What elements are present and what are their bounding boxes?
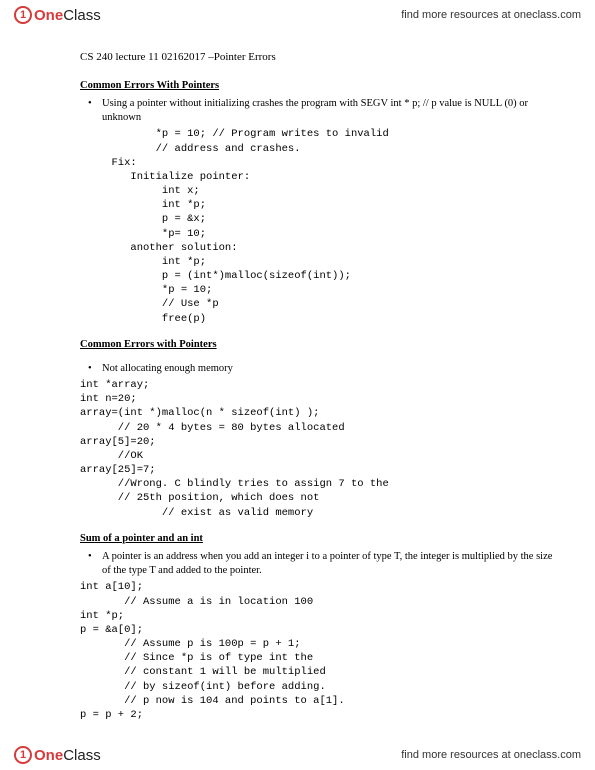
footer-tagline: find more resources at oneclass.com (401, 749, 581, 761)
brand-text: OneClass (34, 7, 101, 24)
page-footer: 1 OneClass find more resources at onecla… (0, 740, 595, 770)
footer-brand-icon: 1 (14, 746, 32, 764)
code-block-3: int a[10]; // Assume a is in location 10… (80, 580, 555, 722)
header-tagline: find more resources at oneclass.com (401, 9, 581, 21)
section-heading-3: Sum of a pointer and an int (80, 532, 555, 546)
brand-icon: 1 (14, 6, 32, 24)
footer-brand-text: OneClass (34, 747, 101, 764)
document-title: CS 240 lecture 11 02162017 –Pointer Erro… (80, 50, 555, 65)
bullet-2: Not allocating enough memory (102, 362, 555, 376)
section-heading-2: Common Errors with Pointers (80, 338, 555, 352)
page-header: 1 OneClass find more resources at onecla… (0, 0, 595, 30)
code-block-2: int *array; int n=20; array=(int *)mallo… (80, 378, 555, 520)
footer-brand-class: Class (63, 747, 101, 764)
document-content: CS 240 lecture 11 02162017 –Pointer Erro… (80, 50, 555, 722)
bullet-1: Using a pointer without initializing cra… (102, 97, 555, 125)
brand-class: Class (63, 7, 101, 24)
bullet-3: A pointer is an address when you add an … (102, 550, 555, 578)
footer-brand-logo: 1 OneClass (14, 746, 101, 764)
section-heading-1: Common Errors With Pointers (80, 79, 555, 93)
footer-brand-one: One (34, 747, 63, 764)
brand-logo: 1 OneClass (14, 6, 101, 24)
brand-one: One (34, 7, 63, 24)
code-block-1: *p = 10; // Program writes to invalid //… (80, 127, 555, 325)
